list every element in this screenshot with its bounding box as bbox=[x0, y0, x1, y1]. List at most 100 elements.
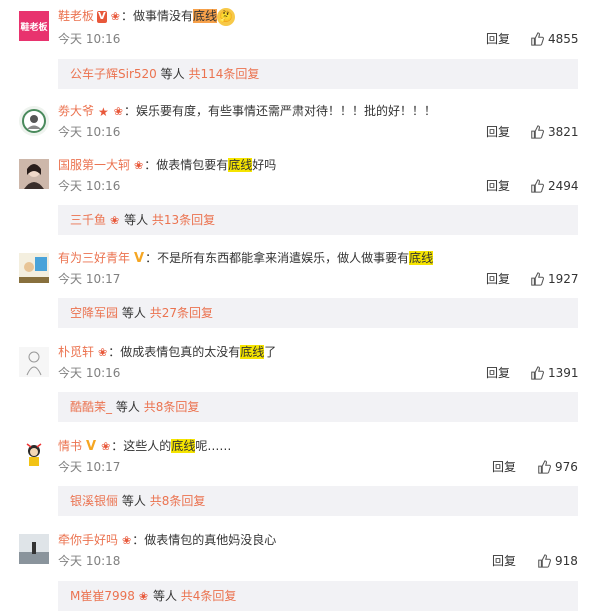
avatar[interactable] bbox=[19, 347, 49, 377]
sub-replies-bar[interactable]: 三千鱼 ❀ 等人 共13条回复 bbox=[58, 205, 578, 235]
comment-text: ：这些人的 bbox=[111, 439, 172, 453]
comment-time: 今天 10:16 bbox=[58, 366, 121, 380]
sub-reply-count[interactable]: 共4条回复 bbox=[181, 589, 237, 603]
sub-replies-bar[interactable]: 银溪银俪 等人 共8条回复 bbox=[58, 486, 578, 516]
sub-reply-count[interactable]: 共8条回复 bbox=[150, 494, 206, 508]
like-count: 918 bbox=[555, 554, 578, 568]
username[interactable]: 劵大爷 bbox=[58, 104, 94, 118]
fan-badge-icon: ❀ bbox=[110, 213, 120, 227]
comment-text: ：不是所有东西都能拿来消遣娱乐，做人做事要有 bbox=[145, 251, 410, 265]
like-button[interactable]: 1927 bbox=[530, 272, 579, 286]
avatar-image bbox=[19, 159, 49, 189]
fan-badge-icon: ❀ bbox=[134, 158, 144, 172]
sub-reply-middle: 等人 bbox=[115, 400, 140, 414]
like-button[interactable]: 4855 bbox=[530, 32, 579, 46]
comment-text: ：娱乐要有度，有些事情还需严肃对待！！！批的好！！！ bbox=[124, 104, 437, 118]
like-count: 2494 bbox=[548, 179, 579, 193]
thumbs-up-icon bbox=[531, 366, 544, 380]
reply-button[interactable]: 回复 bbox=[492, 460, 516, 474]
comment-text-after: 呢…… bbox=[195, 439, 232, 453]
comment-text: ：做表情包的真他妈没良心 bbox=[132, 533, 277, 547]
thumbs-up-icon bbox=[531, 32, 544, 46]
username[interactable]: 有为三好青年 bbox=[58, 251, 130, 265]
sub-reply-middle: 等人 bbox=[124, 213, 149, 227]
reply-button[interactable]: 回复 bbox=[486, 179, 510, 193]
like-button[interactable]: 918 bbox=[537, 554, 578, 568]
fan-badge-icon: ❀ bbox=[98, 345, 108, 359]
sub-reply-user[interactable]: 公车子辉Sir520 bbox=[70, 67, 157, 81]
reply-button[interactable]: 回复 bbox=[486, 366, 510, 380]
avatar-image bbox=[19, 253, 49, 283]
sub-reply-user[interactable]: 酷酷茉_ bbox=[70, 400, 112, 414]
comment-time: 今天 10:16 bbox=[58, 179, 121, 193]
verified-badge-icon: V bbox=[134, 250, 145, 266]
avatar[interactable] bbox=[19, 159, 49, 189]
sub-reply-user[interactable]: M崔崔7998 bbox=[70, 589, 135, 603]
comment-time: 今天 10:16 bbox=[58, 32, 121, 46]
username[interactable]: 牵你手好吗 bbox=[58, 533, 118, 547]
comment-content: 牵你手好吗 ❀：做表情包的真他妈没良心 bbox=[58, 531, 276, 549]
highlight-keyword: 底线 bbox=[409, 251, 434, 265]
reply-button[interactable]: 回复 bbox=[492, 554, 516, 568]
sub-reply-count[interactable]: 共13条回复 bbox=[152, 213, 215, 227]
like-count: 4855 bbox=[548, 32, 579, 46]
reply-button[interactable]: 回复 bbox=[486, 125, 510, 139]
like-count: 1927 bbox=[548, 272, 579, 286]
highlight-keyword: 底线 bbox=[193, 9, 218, 23]
sub-reply-count[interactable]: 共27条回复 bbox=[150, 306, 213, 320]
fan-badge-icon: ❀ bbox=[110, 9, 120, 23]
avatar[interactable] bbox=[19, 106, 49, 136]
like-button[interactable]: 3821 bbox=[530, 125, 579, 139]
comment-content: 鞋老板 V ❀：做事情没有底线 🤔 bbox=[58, 7, 236, 26]
highlight-keyword: 底线 bbox=[171, 439, 196, 453]
username[interactable]: 朴觅轩 bbox=[58, 345, 94, 359]
sub-reply-user[interactable]: 空降军园 bbox=[70, 306, 118, 320]
fan-badge-icon: ❀ bbox=[122, 533, 132, 547]
sub-reply-count[interactable]: 共114条回复 bbox=[188, 67, 259, 81]
like-count: 3821 bbox=[548, 125, 579, 139]
comment-time: 今天 10:17 bbox=[58, 460, 121, 474]
thumbs-up-icon bbox=[538, 554, 551, 568]
avatar[interactable]: 鞋老板 bbox=[19, 11, 49, 41]
username[interactable]: 鞋老板 bbox=[58, 9, 94, 23]
comment-text: ：做表情包要有 bbox=[144, 158, 229, 172]
like-button[interactable]: 2494 bbox=[530, 179, 579, 193]
avatar[interactable] bbox=[19, 253, 49, 283]
avatar-image bbox=[19, 534, 49, 564]
sub-reply-middle: 等人 bbox=[160, 67, 185, 81]
reply-button[interactable]: 回复 bbox=[486, 32, 510, 46]
avatar[interactable] bbox=[19, 440, 49, 470]
sub-reply-middle: 等人 bbox=[121, 494, 146, 508]
sub-replies-bar[interactable]: 公车子辉Sir520 等人 共114条回复 bbox=[58, 59, 578, 89]
highlight-keyword: 底线 bbox=[240, 345, 265, 359]
fan-badge-icon: ❀ bbox=[138, 589, 149, 603]
avatar-logo: 鞋老板 bbox=[20, 22, 48, 33]
reply-button[interactable]: 回复 bbox=[486, 272, 510, 286]
sub-reply-middle: 等人 bbox=[152, 589, 177, 603]
thumbs-up-icon bbox=[538, 460, 551, 474]
sub-reply-middle: 等人 bbox=[121, 306, 146, 320]
username[interactable]: 国服第一大轲 bbox=[58, 158, 130, 172]
comment-time: 今天 10:17 bbox=[58, 272, 121, 286]
comment-time: 今天 10:18 bbox=[58, 554, 121, 568]
verified-badge-icon: V bbox=[86, 438, 97, 454]
like-button[interactable]: 1391 bbox=[530, 366, 579, 380]
highlight-keyword: 底线 bbox=[228, 158, 253, 172]
username[interactable]: 情书 bbox=[58, 439, 82, 453]
avatar-image bbox=[19, 440, 49, 470]
thinking-emoji-icon: 🤔 bbox=[217, 7, 236, 26]
sub-reply-user[interactable]: 银溪银俪 bbox=[70, 494, 118, 508]
sub-replies-bar[interactable]: 空降军园 等人 共27条回复 bbox=[58, 298, 578, 328]
sub-replies-bar[interactable]: 酷酷茉_ 等人 共8条回复 bbox=[58, 392, 578, 422]
comment-text-after: 好吗 bbox=[252, 158, 277, 172]
sub-replies-bar[interactable]: M崔崔7998 ❀ 等人 共4条回复 bbox=[58, 581, 578, 611]
comment-content: 有为三好青年 V：不是所有东西都能拿来消遣娱乐，做人做事要有底线 bbox=[58, 249, 434, 267]
sub-reply-user[interactable]: 三千鱼 bbox=[70, 213, 106, 227]
like-count: 976 bbox=[555, 460, 578, 474]
avatar[interactable] bbox=[19, 534, 49, 564]
sub-reply-count[interactable]: 共8条回复 bbox=[144, 400, 200, 414]
comment-text: ：做成表情包真的太没有 bbox=[108, 345, 241, 359]
like-button[interactable]: 976 bbox=[537, 460, 578, 474]
comment-content: 国服第一大轲 ❀：做表情包要有底线好吗 bbox=[58, 156, 276, 174]
star-badge-icon: ★ bbox=[98, 104, 109, 119]
